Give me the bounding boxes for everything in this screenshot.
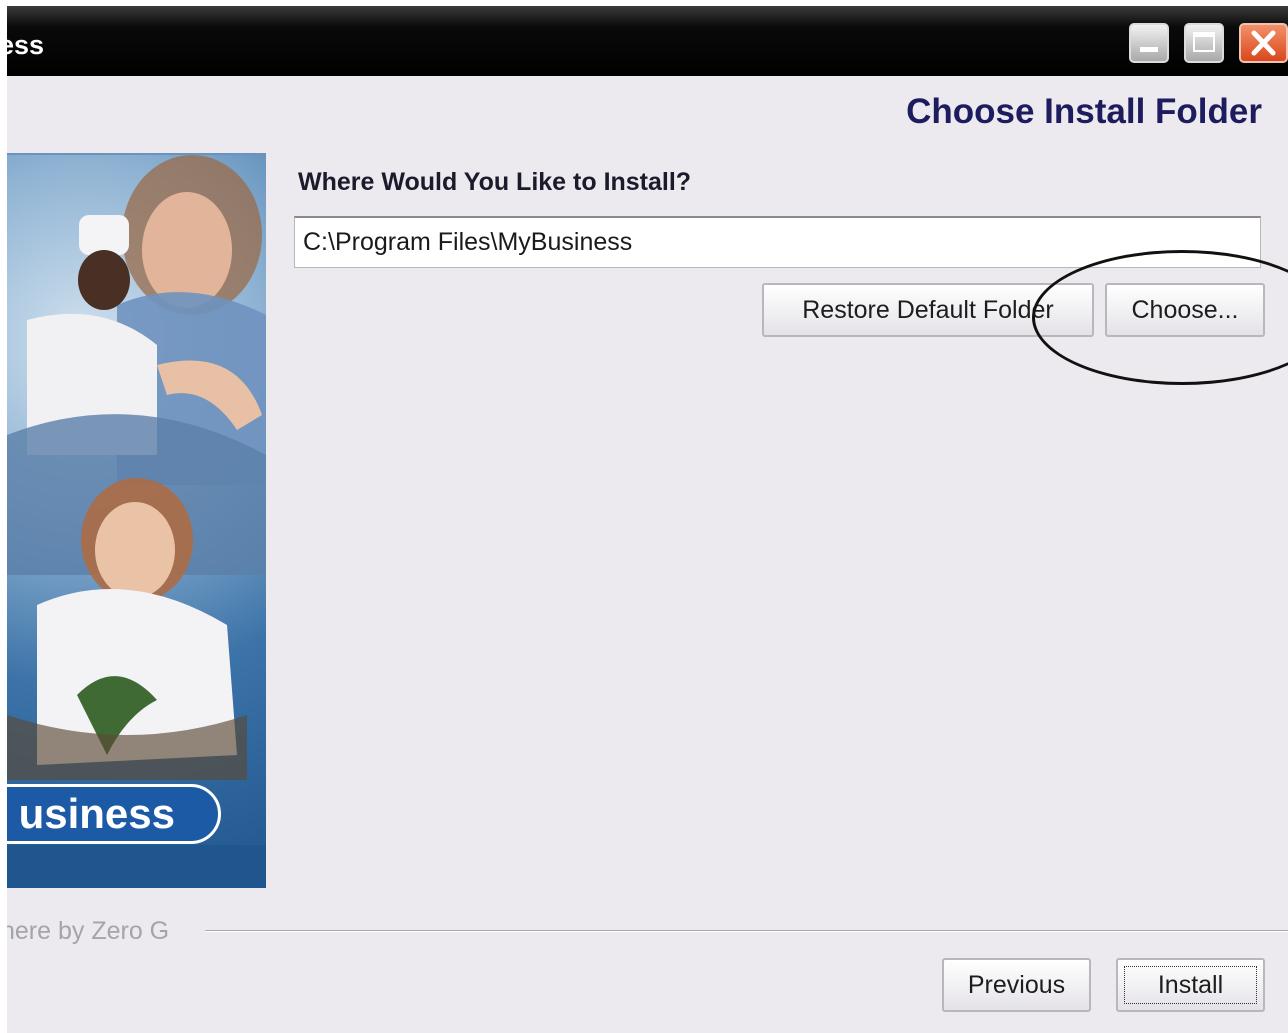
choose-folder-button[interactable]: Choose... [1105, 283, 1265, 337]
title-bar[interactable]: ess [7, 6, 1288, 76]
side-banner-image: usiness [7, 153, 266, 888]
page-title: Choose Install Folder [906, 92, 1262, 131]
previous-button[interactable]: Previous [942, 958, 1091, 1012]
install-button[interactable]: Install [1116, 958, 1265, 1012]
footer-divider [205, 930, 1288, 931]
brand-logo-pill: usiness [7, 784, 221, 844]
minimize-icon [1140, 47, 1158, 52]
install-button-label: Install [1157, 970, 1224, 999]
installer-window: ess Choose Install Folder [7, 6, 1288, 1033]
minimize-button[interactable] [1129, 23, 1169, 63]
window-title: ess [7, 30, 45, 60]
brand-logo-text: usiness [18, 790, 175, 837]
people-photo [7, 155, 266, 888]
install-question-label: Where Would You Like to Install? [298, 168, 692, 196]
maximize-icon [1193, 32, 1215, 52]
installer-credit-text: here by Zero G [7, 917, 170, 945]
close-icon [1251, 30, 1276, 56]
restore-default-folder-button[interactable]: Restore Default Folder [762, 283, 1094, 337]
maximize-button[interactable] [1184, 23, 1224, 63]
install-path-input[interactable] [294, 216, 1261, 268]
close-button[interactable] [1239, 23, 1288, 63]
